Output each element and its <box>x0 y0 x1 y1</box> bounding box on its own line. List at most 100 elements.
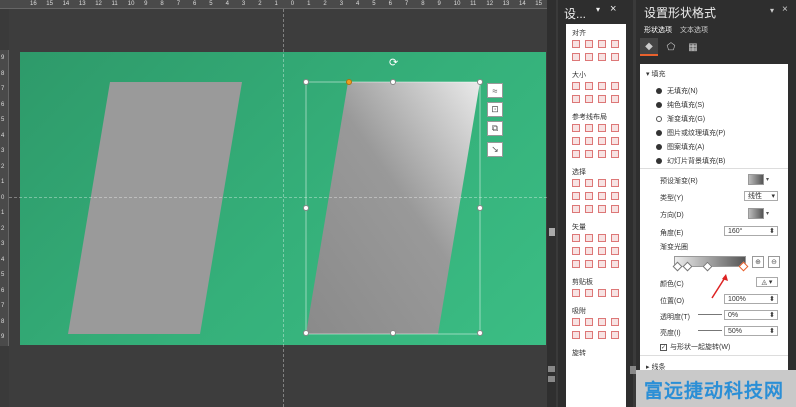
remove-stop-button[interactable]: ⊖ <box>768 256 780 268</box>
toolbox-tool-button[interactable] <box>598 40 606 48</box>
link-button[interactable]: ↘ <box>487 142 503 157</box>
radio-icon[interactable] <box>656 88 662 94</box>
toolbox-tool-button[interactable] <box>572 53 580 61</box>
toolbox-tool-button[interactable] <box>572 247 580 255</box>
resize-handle-w[interactable] <box>303 205 309 211</box>
toolbox-tool-button[interactable] <box>585 137 593 145</box>
layout-options-button[interactable]: ≈ <box>487 83 503 98</box>
toolbox-tool-button[interactable] <box>585 318 593 326</box>
toolbox-tool-button[interactable] <box>585 205 593 213</box>
toolbox-tool-button[interactable] <box>598 179 606 187</box>
toolbox-tool-button[interactable] <box>611 234 619 242</box>
brightness-slider[interactable] <box>698 330 722 331</box>
toolbox-tool-button[interactable] <box>572 40 580 48</box>
resize-handle-e[interactable] <box>477 205 483 211</box>
toolbox-tool-button[interactable] <box>611 82 619 90</box>
fill-line-icon[interactable]: ◆ <box>640 38 658 56</box>
toolbox-tool-button[interactable] <box>572 205 580 213</box>
toolbox-tool-button[interactable] <box>611 40 619 48</box>
toolbox-tool-button[interactable] <box>585 192 593 200</box>
add-stop-button[interactable]: ⊕ <box>752 256 764 268</box>
toolbox-tool-button[interactable] <box>598 53 606 61</box>
type-select[interactable]: 线性 ▾ <box>744 191 778 201</box>
chevron-down-icon[interactable]: ▾ <box>766 176 769 183</box>
toolbox-tool-button[interactable] <box>598 150 606 158</box>
scroll-thumb[interactable] <box>549 228 555 236</box>
toolbox-tool-button[interactable] <box>598 318 606 326</box>
radio-icon[interactable] <box>656 158 662 164</box>
angle-input[interactable]: 160° ⬍ <box>724 226 778 236</box>
toolbox-tool-button[interactable] <box>572 124 580 132</box>
toolbox-tool-button[interactable] <box>611 260 619 268</box>
toolbox-tool-button[interactable] <box>611 247 619 255</box>
toolbox-tool-button[interactable] <box>611 53 619 61</box>
toolbox-tool-button[interactable] <box>585 247 593 255</box>
toolbox-tool-button[interactable] <box>598 247 606 255</box>
parallelogram-left[interactable] <box>68 82 242 334</box>
radio-icon[interactable] <box>656 144 662 150</box>
size-properties-icon[interactable]: ▦ <box>684 38 702 56</box>
toolbox-tool-button[interactable] <box>572 331 580 339</box>
radio-icon[interactable] <box>656 130 662 136</box>
toolbox-tool-button[interactable] <box>598 192 606 200</box>
resize-handle-ne[interactable] <box>477 79 483 85</box>
chevron-down-icon[interactable]: ▾ <box>766 210 769 217</box>
close-icon[interactable]: × <box>782 4 788 15</box>
vertical-scrollbar[interactable] <box>547 0 556 407</box>
toolbox-tool-button[interactable] <box>585 179 593 187</box>
copy-button[interactable]: ⧉ <box>487 121 503 136</box>
gradient-stop-selected[interactable] <box>738 261 749 272</box>
toolbox-tool-button[interactable] <box>598 137 606 145</box>
horizontal-guide[interactable] <box>9 197 547 198</box>
toolbox-tool-button[interactable] <box>572 137 580 145</box>
checkbox-icon[interactable]: ✓ <box>660 343 667 351</box>
toolbox-tool-button[interactable] <box>598 234 606 242</box>
toolbox-tool-button[interactable] <box>611 179 619 187</box>
toolbox-tool-button[interactable] <box>611 205 619 213</box>
toolbox-tool-button[interactable] <box>598 289 606 297</box>
toolbox-tool-button[interactable] <box>572 192 580 200</box>
toolbox-tool-button[interactable] <box>572 318 580 326</box>
toolbox-tool-button[interactable] <box>585 234 593 242</box>
toolbox-tool-button[interactable] <box>585 82 593 90</box>
toolbox-tool-button[interactable] <box>585 260 593 268</box>
toolbox-tool-button[interactable] <box>585 289 593 297</box>
toolbox-tool-button[interactable] <box>572 289 580 297</box>
toolbox-tool-button[interactable] <box>572 179 580 187</box>
toolbox-tool-button[interactable] <box>572 150 580 158</box>
scroll-up-arrow[interactable] <box>548 376 555 382</box>
toolbox-tool-button[interactable] <box>598 124 606 132</box>
toolbox-tool-button[interactable] <box>572 234 580 242</box>
position-input[interactable]: 100% ⬍ <box>724 294 778 304</box>
toolbox-tool-button[interactable] <box>611 289 619 297</box>
fill-section-header[interactable]: ▾ 填充 <box>646 69 665 79</box>
toolbox-tool-button[interactable] <box>598 82 606 90</box>
color-picker[interactable]: ◬ ▾ <box>756 277 778 287</box>
vertical-guide[interactable] <box>283 9 284 407</box>
tab-text-options[interactable]: 文本选项 <box>680 25 708 35</box>
rotate-handle-icon[interactable]: ⟳ <box>389 56 398 69</box>
toolbox-tool-button[interactable] <box>572 260 580 268</box>
toolbox-tool-button[interactable] <box>611 150 619 158</box>
toolbox-tool-button[interactable] <box>611 124 619 132</box>
resize-handle-n[interactable] <box>390 79 396 85</box>
fill-option-radio[interactable]: 图案填充(A) <box>656 142 704 152</box>
toolbox-tool-button[interactable] <box>585 331 593 339</box>
fill-option-radio[interactable]: 图片或纹理填充(P) <box>656 128 725 138</box>
toolbox-tool-button[interactable] <box>611 192 619 200</box>
adjust-handle[interactable] <box>346 79 352 85</box>
resize-handle-nw[interactable] <box>303 79 309 85</box>
toolbox-tool-button[interactable] <box>585 124 593 132</box>
resize-handle-se[interactable] <box>477 330 483 336</box>
effects-icon[interactable]: ⬠ <box>662 38 680 56</box>
tab-shape-options[interactable]: 形状选项 <box>644 25 672 35</box>
preset-gradient-swatch[interactable] <box>748 174 764 185</box>
toolbox-tool-button[interactable] <box>598 260 606 268</box>
radio-icon[interactable] <box>656 116 662 122</box>
parallelogram-right[interactable] <box>306 82 480 334</box>
toolbox-tool-button[interactable] <box>572 82 580 90</box>
toolbox-tool-button[interactable] <box>611 137 619 145</box>
pin-icon[interactable]: ▾ <box>770 6 774 15</box>
radio-icon[interactable] <box>656 102 662 108</box>
close-icon[interactable]: × <box>610 3 616 15</box>
